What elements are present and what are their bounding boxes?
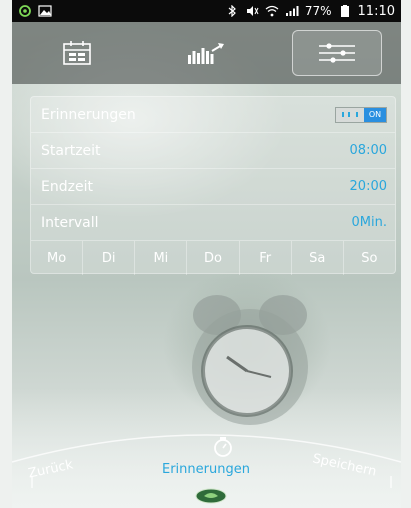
reminder-toggle[interactable]: ON — [335, 106, 387, 123]
start-time-value[interactable]: 08:00 — [350, 143, 387, 158]
end-time-value[interactable]: 20:00 — [350, 179, 387, 194]
top-nav — [12, 22, 401, 84]
chart-icon — [187, 43, 224, 64]
app-logo — [195, 488, 227, 504]
toggle-grip-icon — [342, 112, 358, 117]
day-thursday[interactable]: Do — [187, 241, 240, 275]
frame-right — [401, 0, 411, 508]
android-notification-icon — [19, 5, 31, 17]
reminder-label: Erinnerungen — [41, 106, 136, 123]
day-tuesday[interactable]: Di — [83, 241, 136, 275]
reminders-tab-label[interactable]: Erinnerungen — [162, 462, 250, 477]
day-wednesday[interactable]: Mi — [135, 241, 188, 275]
tab-settings[interactable] — [292, 30, 382, 76]
frame-left — [0, 0, 12, 508]
battery-icon — [340, 5, 349, 17]
start-time-row[interactable]: Startzeit 08:00 — [31, 133, 395, 169]
toggle-on-label: ON — [364, 107, 386, 122]
wifi-icon — [265, 5, 279, 17]
end-time-label: Endzeit — [41, 178, 93, 195]
stopwatch-icon — [214, 437, 232, 457]
day-sunday[interactable]: So — [344, 241, 395, 275]
interval-value[interactable]: 0Min. — [352, 215, 387, 230]
mute-icon — [246, 6, 259, 16]
weekday-selector: Mo Di Mi Do Fr Sa So — [31, 241, 395, 275]
day-monday[interactable]: Mo — [31, 241, 84, 275]
battery-percent: 77% — [304, 4, 332, 18]
clock-time: 11:10 — [357, 3, 395, 19]
tab-statistics[interactable] — [141, 22, 270, 84]
toggle-track — [336, 107, 364, 122]
interval-row[interactable]: Intervall 0Min. — [31, 205, 395, 241]
calendar-icon — [62, 41, 91, 65]
status-bar: 77% 11:10 — [12, 0, 401, 22]
reminder-settings-panel: Erinnerungen ON Startzeit 08:00 Endzeit … — [30, 96, 396, 275]
image-notification-icon — [38, 5, 52, 17]
end-time-row[interactable]: Endzeit 20:00 — [31, 169, 395, 205]
day-saturday[interactable]: Sa — [292, 241, 344, 275]
day-friday[interactable]: Fr — [240, 241, 292, 275]
reminder-toggle-row[interactable]: Erinnerungen ON — [31, 97, 395, 133]
signal-icon — [285, 6, 299, 16]
bluetooth-icon — [228, 5, 236, 17]
interval-label: Intervall — [41, 214, 99, 231]
start-time-label: Startzeit — [41, 142, 101, 159]
tab-calendar[interactable] — [12, 22, 141, 84]
settings-sliders-icon — [319, 43, 355, 63]
